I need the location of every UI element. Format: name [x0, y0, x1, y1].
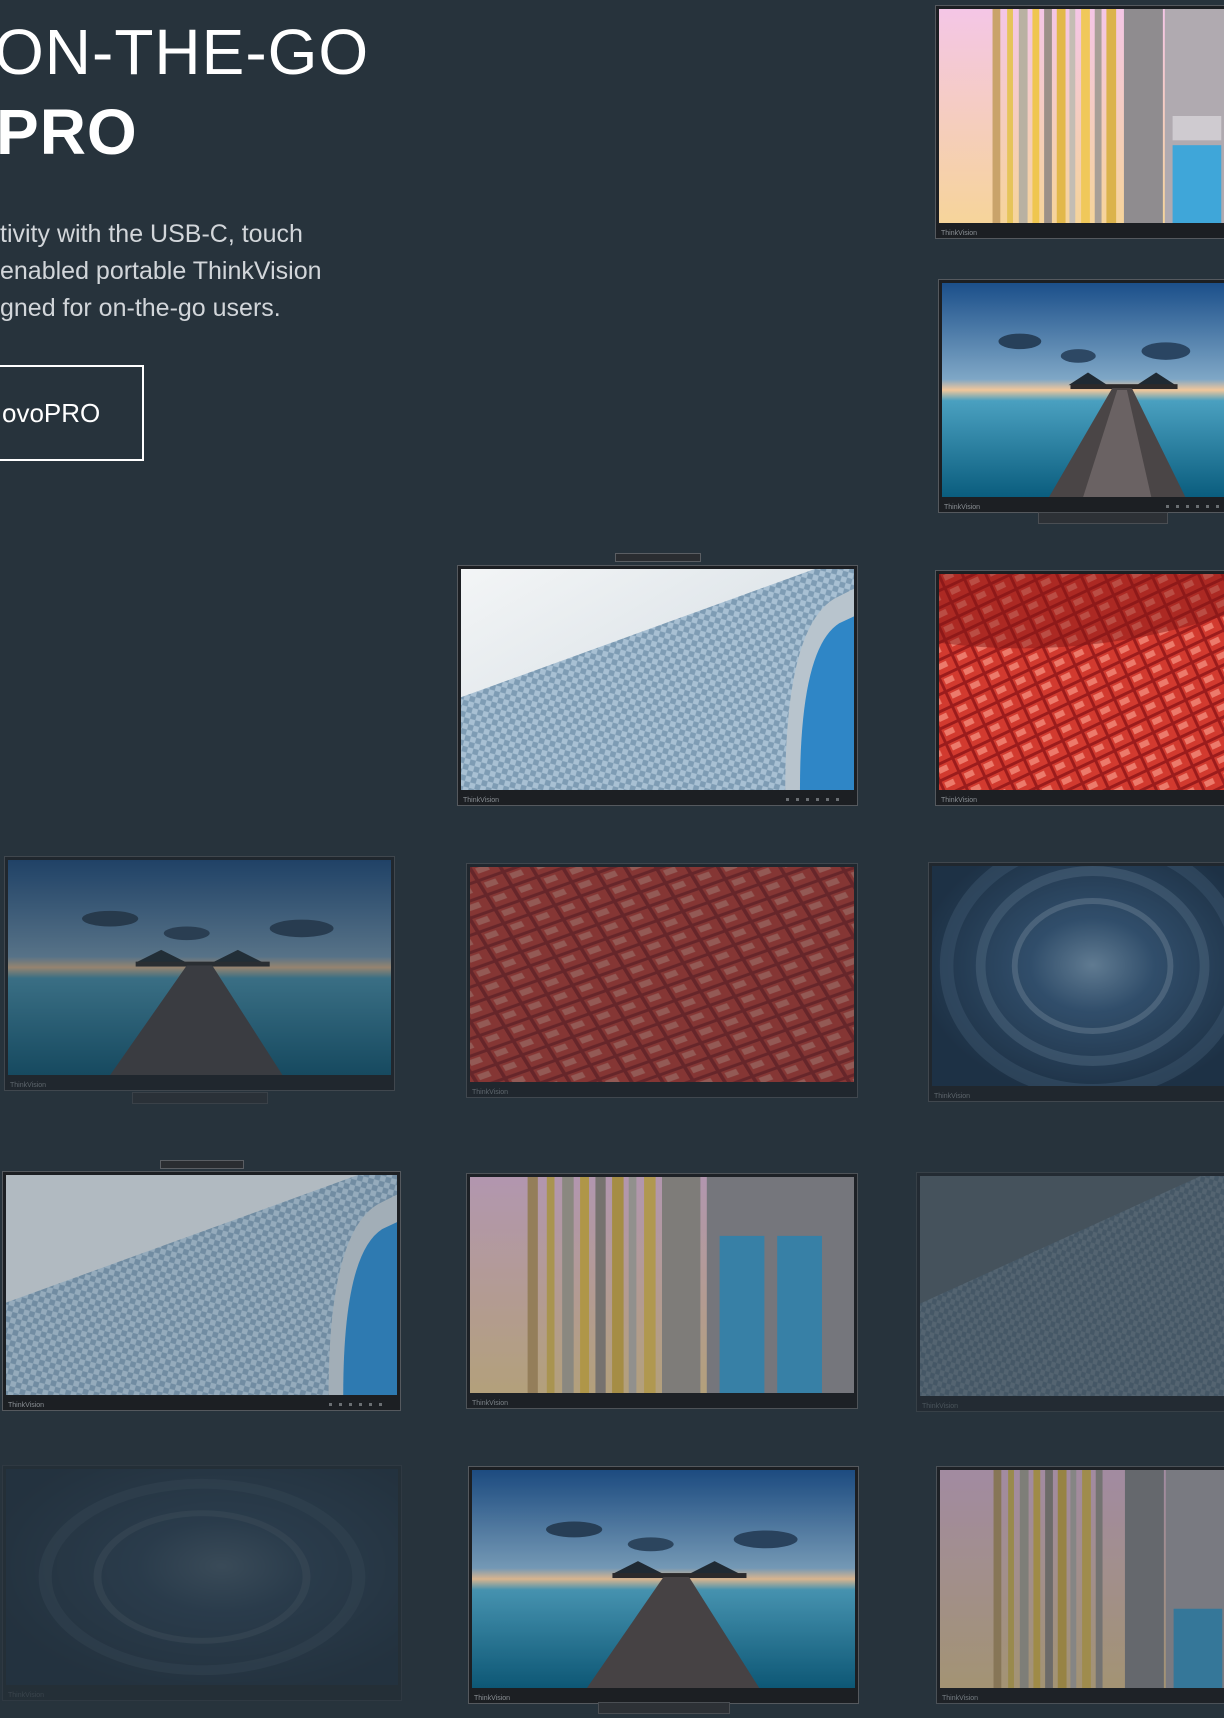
- monitor-image: ThinkVision: [935, 5, 1224, 239]
- page-title-line2: PRO: [0, 96, 138, 168]
- description-line: gned for on-the-go users.: [0, 294, 281, 322]
- monitor-image: ThinkVision: [4, 856, 395, 1091]
- monitor-image: ThinkVision: [457, 565, 858, 806]
- monitor-brand-label: ThinkVision: [463, 797, 500, 804]
- monitor-stand: [132, 1092, 268, 1104]
- wallpaper-facade: [461, 569, 854, 790]
- wallpaper-facade: [920, 1176, 1224, 1396]
- monitor-image: ThinkVision: [468, 1466, 859, 1704]
- wallpaper-red-tiles: [470, 867, 854, 1082]
- monitor-image: ThinkVision: [466, 863, 858, 1098]
- monitor-brand-label: ThinkVision: [934, 1093, 971, 1100]
- wallpaper-facade: [6, 1175, 397, 1395]
- wallpaper-tunnel: [6, 1469, 398, 1685]
- monitor-brand-label: ThinkVision: [10, 1082, 47, 1089]
- hero-section: ON-THE-GO PRO tivity with the USB-C, tou…: [0, 0, 420, 480]
- monitor-image: ThinkVision: [935, 570, 1224, 806]
- hero-description: tivity with the USB-C, touch enabled por…: [0, 216, 400, 327]
- monitor-brand-label: ThinkVision: [472, 1400, 509, 1407]
- description-line: enabled portable ThinkVision: [0, 257, 322, 285]
- monitor-image: ThinkVision: [928, 862, 1224, 1102]
- monitor-brand-label: ThinkVision: [8, 1692, 45, 1699]
- monitor-brand-label: ThinkVision: [942, 1695, 979, 1702]
- monitor-stand: [598, 1702, 730, 1714]
- monitor-brand-label: ThinkVision: [941, 797, 978, 804]
- monitor-brand-label: ThinkVision: [941, 230, 978, 237]
- wallpaper-building: [939, 9, 1224, 223]
- wallpaper-building: [940, 1470, 1224, 1688]
- webcam: [615, 553, 701, 562]
- monitor-brand-label: ThinkVision: [944, 504, 981, 511]
- wallpaper-pier: [942, 283, 1224, 497]
- wallpaper-tunnel: [932, 866, 1224, 1086]
- monitor-brand-label: ThinkVision: [8, 1402, 45, 1409]
- wallpaper-pier: [8, 860, 391, 1075]
- cta-button[interactable]: ovoPRO: [0, 365, 144, 461]
- monitor-brand-label: ThinkVision: [474, 1695, 511, 1702]
- wallpaper-building: [470, 1177, 854, 1393]
- monitor-image: ThinkVision: [2, 1465, 402, 1701]
- monitor-image: ThinkVision: [2, 1171, 401, 1411]
- monitor-image: ThinkVision: [466, 1173, 858, 1409]
- page-title-line1: ON-THE-GO: [0, 16, 370, 88]
- wallpaper-red-tiles: [939, 574, 1224, 790]
- wallpaper-pier: [472, 1470, 855, 1688]
- monitor-image: ThinkVision: [938, 279, 1224, 513]
- monitor-image: ThinkVision: [916, 1172, 1224, 1412]
- monitor-stand: [1038, 512, 1168, 524]
- description-line: tivity with the USB-C, touch: [0, 220, 303, 248]
- monitor-brand-label: ThinkVision: [922, 1403, 959, 1410]
- monitor-image: ThinkVision: [936, 1466, 1224, 1704]
- monitor-brand-label: ThinkVision: [472, 1089, 509, 1096]
- webcam: [160, 1160, 244, 1169]
